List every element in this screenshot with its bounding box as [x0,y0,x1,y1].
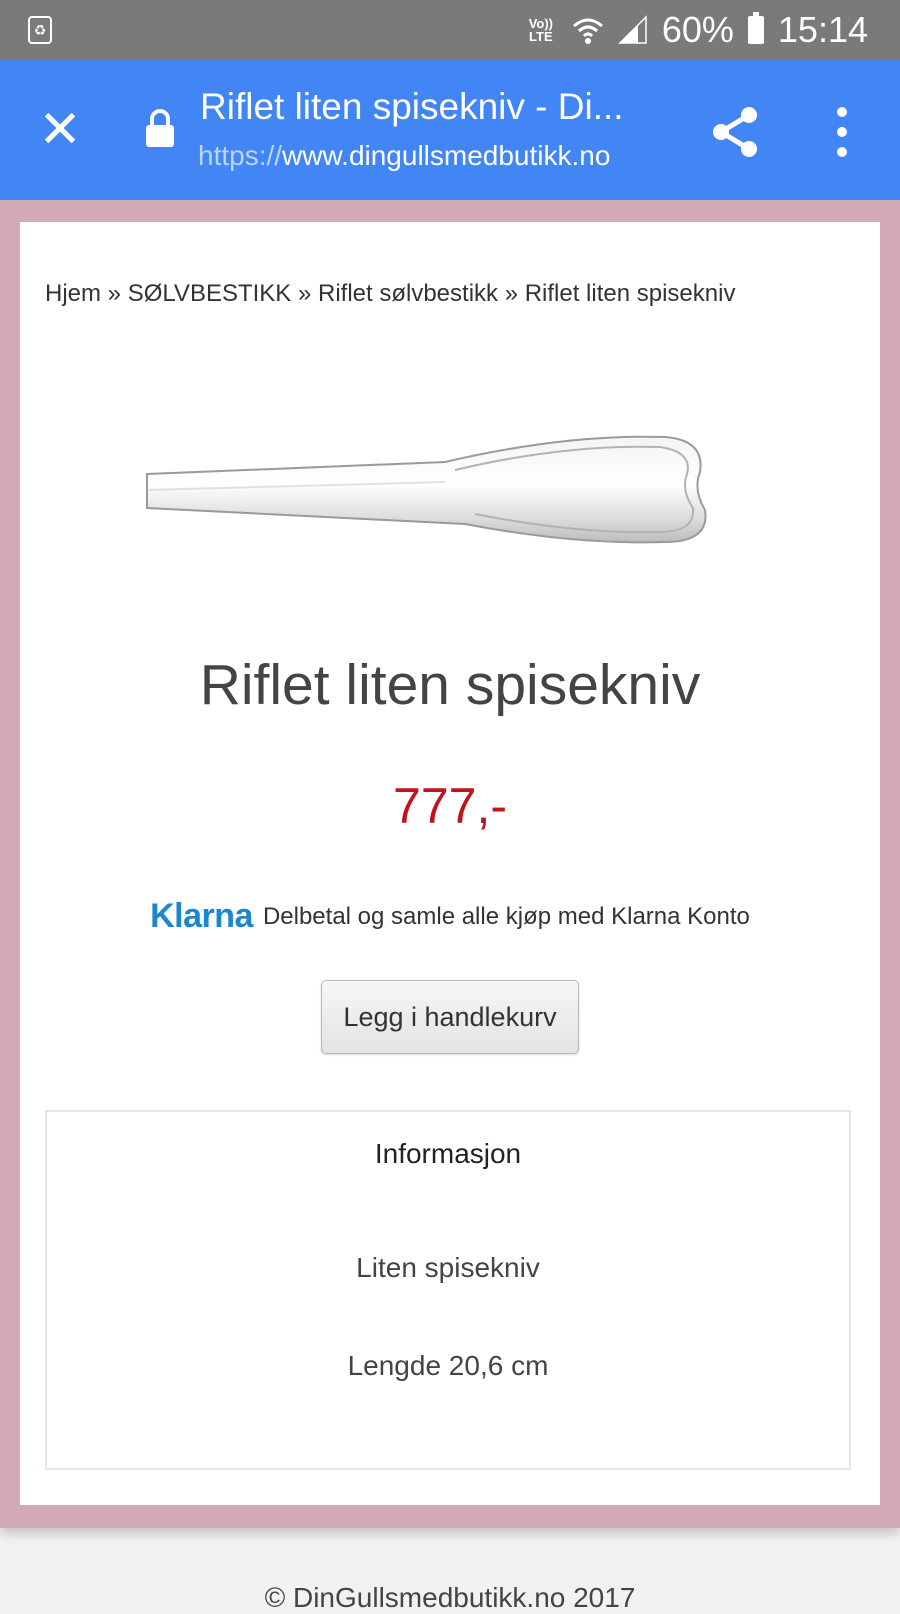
close-icon[interactable]: ✕ [30,100,90,160]
recycle-icon: ♻ [28,16,52,44]
klarna-text: Delbetal og samle alle kjøp med Klarna K… [262,902,750,930]
info-description: Liten spisekniv [356,1252,540,1283]
page-background: Hjem » SØLVBESTIKK » Riflet sølvbestikk … [0,200,900,1528]
info-panel: Informasjon Liten spisekniv Lengde 20,6 … [45,1110,851,1470]
product-content: Hjem » SØLVBESTIKK » Riflet sølvbestikk … [20,222,880,1505]
browser-toolbar: ✕ Riflet liten spisekniv - Di... https:/… [0,60,900,200]
share-icon[interactable] [708,104,762,160]
clock: 15:14 [777,9,868,50]
klarna-row: Klarna Delbetal og samle alle kjøp med K… [20,897,880,936]
klarna-logo: Klarna [150,897,253,935]
more-icon[interactable] [822,104,862,160]
status-icons: Vo)) LTE 60% 15:14 [524,8,868,52]
volte-icon: Vo)) LTE [528,16,553,44]
product-title: Riflet liten spisekniv [199,653,701,717]
breadcrumb[interactable]: Hjem » SØLVBESTIKK » Riflet sølvbestikk … [45,280,735,308]
page-title: Riflet liten spisekniv - Di... [200,86,624,127]
product-image [146,435,707,544]
info-heading[interactable]: Informasjon [47,1138,849,1170]
wifi-icon [572,18,603,44]
product-price: 777,- [393,778,507,834]
battery-percent: 60% [661,9,734,50]
footer-copyright: © DinGullsmedbutikk.no 2017 [264,1582,636,1613]
info-length: Lengde 20,6 cm [347,1350,549,1381]
url-scheme: https:// [198,140,283,171]
status-bar: ♻ Vo)) LTE 60% 15:14 [0,0,900,60]
page-url[interactable]: https://www.dingullsmedbutikk.no [198,140,610,172]
add-to-cart-button[interactable]: Legg i handlekurv [321,980,579,1054]
signal-icon [618,15,647,44]
url-host: www.dingullsmedbutikk.no [282,140,611,171]
battery-icon [747,12,764,44]
lock-icon [146,109,174,147]
